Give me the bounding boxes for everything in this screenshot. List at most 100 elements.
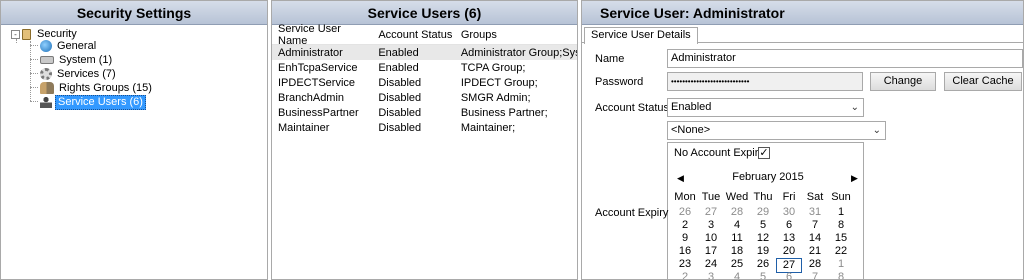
lock-icon <box>22 28 31 40</box>
calendar-day[interactable]: 26 <box>750 258 776 271</box>
calendar-day[interactable]: 31 <box>802 206 828 219</box>
calendar-day[interactable]: 18 <box>724 245 750 258</box>
calendar-day[interactable]: 2 <box>672 271 698 279</box>
column-header-name[interactable]: Service User Name <box>272 23 372 47</box>
tree-item-label: System (1) <box>59 53 113 66</box>
calendar-day[interactable]: 15 <box>828 232 854 245</box>
tree-item-service-users[interactable]: Service Users (6) <box>40 94 146 110</box>
tree-item-label: Service Users (6) <box>55 94 146 110</box>
prev-month-icon[interactable]: ◀ <box>677 173 684 184</box>
cell-status: Disabled <box>378 121 422 134</box>
list-row[interactable]: Maintainer Disabled Maintainer; <box>272 120 577 135</box>
calendar-day[interactable]: 28 <box>802 258 828 271</box>
no-account-expiry-checkbox[interactable]: ✓ <box>758 147 770 159</box>
calendar-day[interactable]: 16 <box>672 245 698 258</box>
no-account-expiry-label: No Account Expiry <box>674 147 764 159</box>
tree-item-system[interactable]: System (1) <box>40 53 114 67</box>
column-header-status[interactable]: Account Status <box>372 29 454 41</box>
chevron-down-icon: ⌄ <box>872 125 881 136</box>
list-row[interactable]: Administrator Enabled Administrator Grou… <box>272 45 577 60</box>
calendar-day[interactable]: 8 <box>828 219 854 232</box>
calendar-day[interactable]: 25 <box>724 258 750 271</box>
calendar-day[interactable]: 7 <box>802 219 828 232</box>
calendar-dow: Wed <box>725 191 749 203</box>
cell-name: BranchAdmin <box>278 91 345 104</box>
calendar-day[interactable]: 4 <box>724 219 750 232</box>
list-row[interactable]: EnhTcpaService Enabled TCPA Group; <box>272 60 577 75</box>
calendar-day[interactable]: 13 <box>776 232 802 245</box>
tree-item-services[interactable]: Services (7) <box>40 67 118 81</box>
cell-name: IPDECTService <box>278 76 356 89</box>
calendar-day[interactable]: 2 <box>672 219 698 232</box>
cell-groups: TCPA Group; <box>460 61 526 74</box>
calendar-day[interactable]: 27 <box>698 206 724 219</box>
calendar-day[interactable]: 28 <box>724 206 750 219</box>
calendar-dow: Fri <box>782 191 796 203</box>
security-tree: - Security General System (1) Services (… <box>1 25 267 110</box>
tree-item-general[interactable]: General <box>40 39 98 53</box>
calendar-day[interactable]: 1 <box>828 206 854 219</box>
name-field[interactable]: Administrator <box>667 49 1023 68</box>
calendar-day[interactable]: 3 <box>698 219 724 232</box>
calendar-dow: Sun <box>831 191 851 203</box>
calendar-day[interactable]: 6 <box>776 219 802 232</box>
cell-status: Disabled <box>378 76 422 89</box>
next-month-icon[interactable]: ▶ <box>851 173 858 184</box>
password-field[interactable]: •••••••••••••••••••••••••••• <box>667 72 863 91</box>
calendar-day[interactable]: 4 <box>724 271 750 279</box>
list-row[interactable]: IPDECTService Disabled IPDECT Group; <box>272 75 577 90</box>
account-status-select[interactable]: Enabled ⌄ <box>667 98 864 117</box>
tree-item-label: General <box>57 39 97 52</box>
calendar-day[interactable]: 1 <box>828 258 854 271</box>
calendar-day[interactable]: 9 <box>672 232 698 245</box>
change-button[interactable]: Change <box>870 72 936 91</box>
cell-name: Maintainer <box>278 121 330 134</box>
calendar-day[interactable]: 21 <box>802 245 828 258</box>
group-icon <box>40 82 54 94</box>
chevron-down-icon: ⌄ <box>850 102 859 113</box>
clear-cache-button[interactable]: Clear Cache <box>944 72 1022 91</box>
tab-service-user-details[interactable]: Service User Details <box>584 27 698 44</box>
calendar-dow: Mon <box>674 191 696 203</box>
column-header-groups[interactable]: Groups <box>455 29 577 41</box>
calendar-day[interactable]: 24 <box>698 258 724 271</box>
calendar-day[interactable]: 30 <box>776 206 802 219</box>
calendar-day[interactable]: 26 <box>672 206 698 219</box>
calendar-day[interactable]: 19 <box>750 245 776 258</box>
tree-item-rights-groups[interactable]: Rights Groups (15) <box>40 81 154 95</box>
collapse-icon[interactable]: - <box>11 29 20 39</box>
calendar-day[interactable]: 29 <box>750 206 776 219</box>
list-row[interactable]: BranchAdmin Disabled SMGR Admin; <box>272 90 577 105</box>
cell-status: Disabled <box>378 91 422 104</box>
security-settings-pane: Security Settings - Security General Sys… <box>0 0 268 280</box>
password-label: Password <box>595 76 644 88</box>
cell-groups: IPDECT Group; <box>460 76 538 89</box>
calendar-day[interactable]: 20 <box>776 245 802 258</box>
user-icon <box>40 96 52 108</box>
calendar-day[interactable]: 5 <box>750 271 776 279</box>
calendar-day[interactable]: 10 <box>698 232 724 245</box>
calendar-day[interactable]: 12 <box>750 232 776 245</box>
service-user-title: Service User: Administrator <box>582 1 1023 25</box>
calendar-day[interactable]: 23 <box>672 258 698 271</box>
account-expiry-box: No Account Expiry ✓ ◀ February 2015 ▶ Mo… <box>667 142 864 279</box>
calendar-day[interactable]: 22 <box>828 245 854 258</box>
calendar-dow: Sat <box>806 191 824 203</box>
cell-status: Disabled <box>378 106 422 119</box>
calendar-day[interactable]: 11 <box>724 232 750 245</box>
cell-status: Enabled <box>378 61 419 74</box>
gear-icon <box>40 68 52 80</box>
calendar-day[interactable]: 8 <box>828 271 854 279</box>
calendar-day[interactable]: 14 <box>802 232 828 245</box>
calendar-day[interactable]: 7 <box>802 271 828 279</box>
calendar-day[interactable]: 5 <box>750 219 776 232</box>
name-label: Name <box>595 53 625 65</box>
tree-item-label: Rights Groups (15) <box>59 81 152 94</box>
calendar-month[interactable]: February 2015 <box>718 171 818 183</box>
cell-name: Administrator <box>278 46 343 59</box>
list-row[interactable]: BusinessPartner Disabled Business Partne… <box>272 105 577 120</box>
calendar-day[interactable]: 6 <box>776 271 802 279</box>
calendar-day[interactable]: 3 <box>698 271 724 279</box>
calendar-day[interactable]: 17 <box>698 245 724 258</box>
none-select[interactable]: <None> ⌄ <box>667 121 886 140</box>
